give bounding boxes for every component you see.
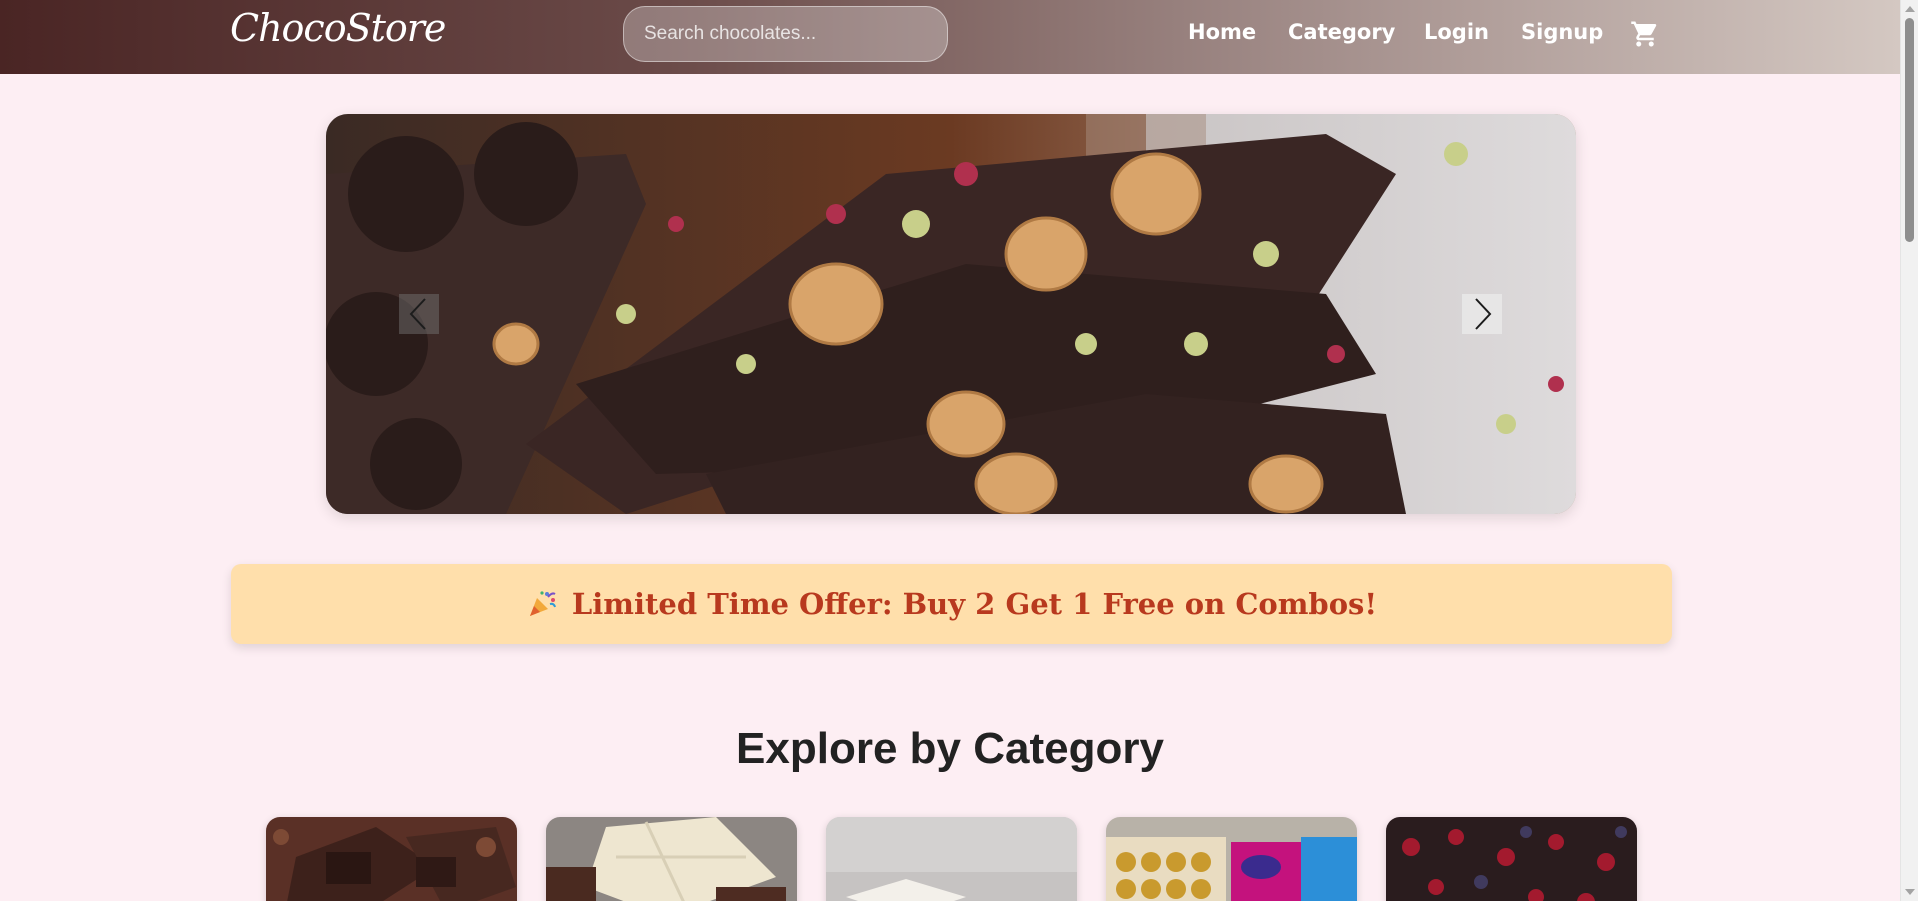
category-card-dark-chocolate[interactable] (266, 817, 517, 901)
nav-signup-link[interactable]: Signup (1521, 20, 1603, 44)
page-scrollbar[interactable] (1900, 0, 1918, 901)
navbar: ChocoStore Home Category Login Signup (0, 0, 1900, 74)
nav-login-link[interactable]: Login (1424, 20, 1489, 44)
nav-category-link[interactable]: Category (1288, 20, 1395, 44)
chevron-right-icon (1475, 298, 1492, 330)
category-card-fruit-chocolate[interactable] (1386, 817, 1637, 901)
carousel-next-button[interactable] (1462, 294, 1502, 334)
dark-chocolate-image (266, 817, 517, 901)
cart-icon[interactable] (1630, 19, 1660, 49)
milk-chocolate-image (826, 817, 1077, 901)
white-dark-chocolate-image (546, 817, 797, 901)
scroll-down-arrow-icon[interactable] (1905, 889, 1915, 895)
section-title: Explore by Category (736, 724, 1164, 773)
category-card-gift-boxes[interactable] (1106, 817, 1357, 901)
party-popper-icon (529, 591, 556, 616)
offer-text: Limited Time Offer: Buy 2 Get 1 Free on … (571, 587, 1378, 621)
scroll-thumb[interactable] (1905, 18, 1914, 242)
chocolate-bark-hero-image (326, 114, 1576, 514)
hero-carousel (326, 114, 1576, 514)
brand-logo[interactable]: ChocoStore (230, 6, 446, 50)
scroll-up-arrow-icon[interactable] (1905, 6, 1915, 12)
gift-boxes-image (1106, 817, 1357, 901)
category-card-milk-chocolate[interactable] (826, 817, 1077, 901)
offer-banner[interactable]: Limited Time Offer: Buy 2 Get 1 Free on … (231, 564, 1672, 644)
chevron-left-icon (409, 298, 426, 330)
berry-chocolate-image (1386, 817, 1637, 901)
carousel-prev-button[interactable] (399, 294, 439, 334)
nav-home-link[interactable]: Home (1188, 20, 1256, 44)
search-input[interactable] (623, 6, 948, 62)
category-card-white-chocolate[interactable] (546, 817, 797, 901)
